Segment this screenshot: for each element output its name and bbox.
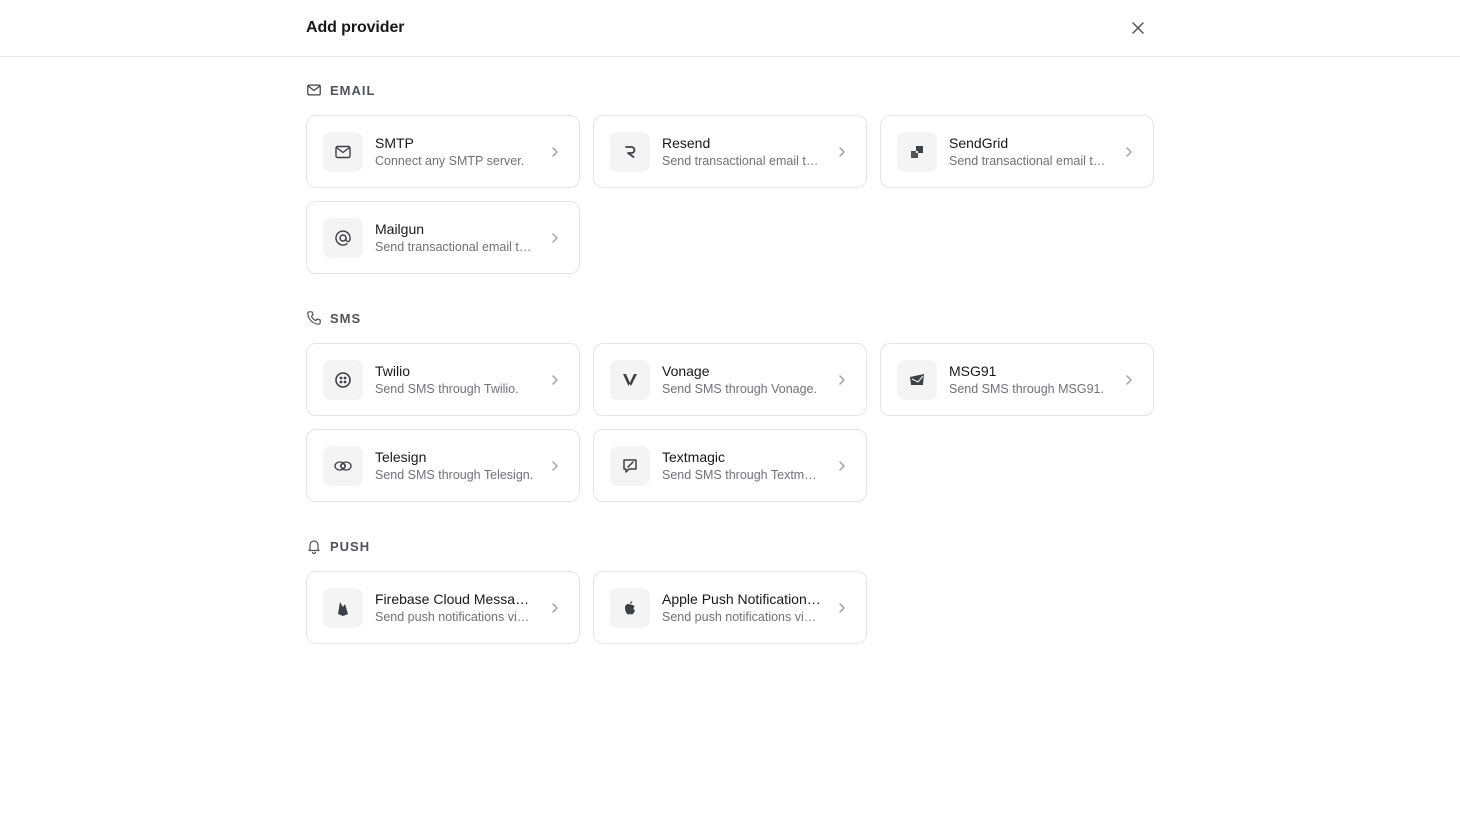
textmagic-icon — [610, 445, 650, 486]
msg91-icon — [897, 359, 937, 400]
close-button[interactable] — [1128, 18, 1148, 38]
chevron-right-icon — [1121, 372, 1137, 388]
provider-description: Send push notifications via Apple Push N… — [662, 609, 822, 624]
provider-card-telesign[interactable]: Telesign Send SMS through Telesign. — [306, 429, 580, 502]
close-icon — [1132, 22, 1144, 34]
chevron-right-icon — [834, 458, 850, 474]
provider-text: Mailgun Send transactional email through … — [375, 220, 535, 256]
provider-text: Resend Send transactional email through R… — [662, 134, 822, 170]
provider-card-sendgrid[interactable]: SendGrid Send transactional email through… — [880, 115, 1154, 188]
provider-card-msg91[interactable]: MSG91 Send SMS through MSG91. — [880, 343, 1154, 416]
provider-grid: Twilio Send SMS through Twilio. Vonage Send… — [306, 343, 1154, 502]
section-header: PUSH — [306, 536, 1154, 556]
section-push: PUSH Firebase Cloud Messaging Send push no… — [306, 536, 1154, 644]
provider-name: Telesign — [375, 448, 427, 465]
provider-text: Firebase Cloud Messaging Send push notifi… — [375, 590, 535, 626]
firebase-icon — [323, 587, 363, 628]
provider-description: Send push notifications via Firebase Clo… — [375, 609, 535, 624]
provider-text: SMTP Connect any SMTP server. — [375, 134, 535, 170]
vonage-icon — [610, 359, 650, 400]
at-sign-icon — [323, 217, 363, 258]
provider-card-apple-push-notification-service[interactable]: Apple Push Notification Service Send push… — [593, 571, 867, 644]
provider-text: Telesign Send SMS through Telesign. — [375, 448, 535, 484]
chevron-right-icon — [547, 230, 563, 246]
provider-name: Textmagic — [662, 448, 726, 465]
provider-name: Mailgun — [375, 220, 425, 237]
provider-grid: SMTP Connect any SMTP server. Resend Send t… — [306, 115, 1154, 274]
section-header: SMS — [306, 308, 1154, 328]
phone-icon — [306, 310, 322, 326]
chevron-right-icon — [547, 372, 563, 388]
provider-card-resend[interactable]: Resend Send transactional email through R… — [593, 115, 867, 188]
twilio-icon — [323, 359, 363, 400]
chevron-right-icon — [547, 144, 563, 160]
provider-text: Textmagic Send SMS through Textmagic. — [662, 448, 822, 484]
provider-name: SMTP — [375, 134, 414, 151]
section-sms: SMS Twilio Send SMS through Twilio. Vonage S… — [306, 308, 1154, 502]
provider-description: Send transactional email through SendGri… — [949, 153, 1109, 168]
chevron-right-icon — [547, 458, 563, 474]
chevron-right-icon — [834, 144, 850, 160]
provider-description: Send transactional email through Mailgun… — [375, 239, 535, 254]
provider-list: EMAIL SMTP Connect any SMTP server. Resend S… — [306, 80, 1154, 678]
apple-icon — [610, 587, 650, 628]
provider-name: Apple Push Notification Service — [662, 590, 822, 607]
provider-name: Vonage — [662, 362, 710, 379]
provider-description: Send SMS through MSG91. — [949, 381, 1104, 396]
chevron-right-icon — [834, 600, 850, 616]
provider-description: Send SMS through Textmagic. — [662, 467, 822, 482]
provider-description: Send transactional email through Resend. — [662, 153, 822, 168]
mail-icon — [306, 82, 322, 98]
provider-card-vonage[interactable]: Vonage Send SMS through Vonage. — [593, 343, 867, 416]
page-title: Add provider — [306, 19, 405, 36]
provider-card-mailgun[interactable]: Mailgun Send transactional email through … — [306, 201, 580, 274]
sendgrid-icon — [897, 131, 937, 172]
section-email: EMAIL SMTP Connect any SMTP server. Resend S… — [306, 80, 1154, 274]
provider-card-smtp[interactable]: SMTP Connect any SMTP server. — [306, 115, 580, 188]
chevron-right-icon — [1121, 144, 1137, 160]
mail-icon — [323, 131, 363, 172]
chevron-right-icon — [834, 372, 850, 388]
provider-card-firebase-cloud-messaging[interactable]: Firebase Cloud Messaging Send push notifi… — [306, 571, 580, 644]
section-title: PUSH — [330, 538, 371, 554]
provider-description: Send SMS through Telesign. — [375, 467, 534, 482]
resend-icon — [610, 131, 650, 172]
provider-name: Resend — [662, 134, 711, 151]
provider-text: MSG91 Send SMS through MSG91. — [949, 362, 1109, 398]
provider-description: Send SMS through Twilio. — [375, 381, 519, 396]
provider-card-twilio[interactable]: Twilio Send SMS through Twilio. — [306, 343, 580, 416]
provider-grid: Firebase Cloud Messaging Send push notifi… — [306, 571, 1154, 644]
section-title: SMS — [330, 310, 362, 326]
provider-description: Send SMS through Vonage. — [662, 381, 817, 396]
provider-name: Firebase Cloud Messaging — [375, 590, 535, 607]
provider-text: Apple Push Notification Service Send push… — [662, 590, 822, 626]
provider-card-textmagic[interactable]: Textmagic Send SMS through Textmagic. — [593, 429, 867, 502]
provider-name: SendGrid — [949, 134, 1009, 151]
modal-header: Add provider — [0, 0, 1460, 57]
provider-name: Twilio — [375, 362, 411, 379]
provider-text: Vonage Send SMS through Vonage. — [662, 362, 822, 398]
provider-text: Twilio Send SMS through Twilio. — [375, 362, 535, 398]
provider-text: SendGrid Send transactional email through… — [949, 134, 1109, 170]
section-header: EMAIL — [306, 80, 1154, 100]
section-title: EMAIL — [330, 82, 376, 98]
provider-name: MSG91 — [949, 362, 997, 379]
bell-icon — [306, 538, 322, 554]
telesign-icon — [323, 445, 363, 486]
chevron-right-icon — [547, 600, 563, 616]
provider-description: Connect any SMTP server. — [375, 153, 525, 168]
